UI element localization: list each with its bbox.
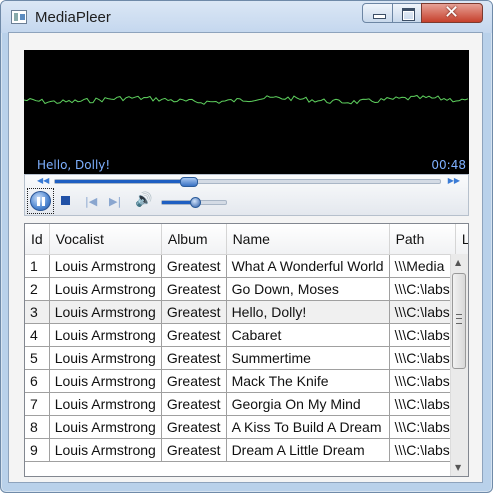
cell-album: Greatest bbox=[161, 300, 227, 324]
cell-path: \\\C:\labs bbox=[389, 392, 456, 416]
close-icon: ✕ bbox=[444, 2, 460, 23]
cell-album: Greatest bbox=[161, 438, 227, 462]
column-header-length[interactable]: Length bbox=[455, 224, 468, 255]
cell-vocalist: Louis Armstrong bbox=[49, 415, 162, 439]
seek-slider[interactable] bbox=[54, 177, 441, 187]
transport-controls: ◀◀ ▶▶ |◀ ▶| 🔊 bbox=[24, 174, 469, 216]
cell-id: 1 bbox=[25, 254, 50, 278]
table-row[interactable]: 6 Louis Armstrong Greatest Mack The Knife \\… bbox=[25, 369, 468, 393]
seek-thumb[interactable] bbox=[179, 177, 198, 187]
vertical-scrollbar[interactable]: ▲ ▼ bbox=[450, 254, 468, 476]
cell-album: Greatest bbox=[161, 254, 227, 278]
playlist-grid[interactable]: Id Vocalist Album Name Path Length 1Loui… bbox=[24, 223, 469, 477]
scroll-down-icon[interactable]: ▼ bbox=[455, 463, 461, 472]
cell-path: \\\C:\labs bbox=[389, 415, 456, 439]
cell-path: \\\C:\labs bbox=[389, 438, 456, 462]
video-display[interactable]: Hello, Dolly! 00:48 bbox=[24, 50, 469, 174]
elapsed-time: 00:48 bbox=[431, 158, 466, 172]
table-row[interactable]: 2 Louis Armstrong Greatest Go Down, Moses \\… bbox=[25, 277, 468, 301]
cell-id: 7 bbox=[25, 392, 50, 416]
cell-name: Mack The Knife bbox=[226, 369, 390, 393]
table-row[interactable]: 5 Louis Armstrong Greatest Summertime \\\C:\… bbox=[25, 346, 468, 370]
cell-name: Hello, Dolly! bbox=[226, 300, 390, 324]
cell-name: Summertime bbox=[226, 346, 390, 370]
seek-progress bbox=[55, 180, 188, 183]
cell-vocalist: Louis Armstrong bbox=[49, 369, 162, 393]
table-row[interactable]: 7 Louis Armstrong Greatest Georgia On My Mi… bbox=[25, 392, 468, 416]
speaker-icon[interactable]: 🔊 bbox=[135, 192, 152, 208]
cell-name: A Kiss To Build A Dream bbox=[226, 415, 390, 439]
cell-vocalist: Louis Armstrong bbox=[49, 254, 162, 278]
table-row[interactable]: 9 Louis Armstrong Greatest Dream A Little D… bbox=[25, 438, 468, 462]
cell-id: 2 bbox=[25, 277, 50, 301]
cell-vocalist: Louis Armstrong bbox=[49, 346, 162, 370]
cell-id: 8 bbox=[25, 415, 50, 439]
close-button[interactable]: ✕ bbox=[421, 2, 483, 23]
media-window-icon bbox=[11, 10, 27, 24]
rewind-icon[interactable]: ◀◀ bbox=[37, 176, 49, 185]
pause-icon bbox=[30, 191, 51, 211]
cell-album: Greatest bbox=[161, 415, 227, 439]
scroll-up-icon[interactable]: ▲ bbox=[455, 258, 461, 267]
maximize-icon bbox=[402, 8, 415, 21]
cell-vocalist: Louis Armstrong bbox=[49, 438, 162, 462]
cell-id: 3 bbox=[25, 300, 50, 324]
scrollbar-thumb[interactable] bbox=[452, 273, 466, 369]
cell-id: 4 bbox=[25, 323, 50, 347]
column-header-name[interactable]: Name bbox=[226, 224, 390, 255]
fast-forward-icon[interactable]: ▶▶ bbox=[448, 176, 460, 185]
cell-name: Georgia On My Mind bbox=[226, 392, 390, 416]
header-row: Id Vocalist Album Name Path Length bbox=[25, 224, 468, 255]
cell-id: 5 bbox=[25, 346, 50, 370]
minimize-icon bbox=[373, 14, 386, 19]
column-header-path[interactable]: Path bbox=[389, 224, 456, 255]
column-header-vocalist[interactable]: Vocalist bbox=[49, 224, 162, 255]
waveform bbox=[24, 94, 469, 105]
cell-path: \\\C:\labs bbox=[389, 323, 456, 347]
cell-album: Greatest bbox=[161, 346, 227, 370]
cell-id: 9 bbox=[25, 438, 50, 462]
cell-album: Greatest bbox=[161, 369, 227, 393]
grip-icon bbox=[456, 314, 462, 324]
cell-vocalist: Louis Armstrong bbox=[49, 277, 162, 301]
cell-id: 6 bbox=[25, 369, 50, 393]
cell-vocalist: Louis Armstrong bbox=[49, 300, 162, 324]
cell-vocalist: Louis Armstrong bbox=[49, 323, 162, 347]
cell-path: \\\Media bbox=[389, 254, 456, 278]
cell-path: \\\C:\labs bbox=[389, 346, 456, 370]
cell-name: Dream A Little Dream bbox=[226, 438, 390, 462]
cell-name: Go Down, Moses bbox=[226, 277, 390, 301]
column-header-album[interactable]: Album bbox=[161, 224, 227, 255]
window-title: MediaPleer bbox=[35, 9, 111, 26]
maximize-button[interactable] bbox=[392, 3, 422, 23]
table-row[interactable]: 8 Louis Armstrong Greatest A Kiss To Build … bbox=[25, 415, 468, 439]
pause-button[interactable] bbox=[27, 188, 54, 214]
cell-path: \\\C:\labs bbox=[389, 369, 456, 393]
table-row[interactable]: 4 Louis Armstrong Greatest Cabaret \\\C:\lab… bbox=[25, 323, 468, 347]
previous-track-icon[interactable]: |◀ bbox=[85, 195, 97, 208]
cell-album: Greatest bbox=[161, 277, 227, 301]
cell-path: \\\C:\labs bbox=[389, 300, 456, 324]
playlist-table: Id Vocalist Album Name Path Length 1Loui… bbox=[25, 224, 468, 462]
minimize-button[interactable] bbox=[362, 3, 393, 23]
volume-slider[interactable] bbox=[161, 197, 227, 208]
cell-vocalist: Louis Armstrong bbox=[49, 392, 162, 416]
volume-thumb[interactable] bbox=[190, 197, 201, 208]
cell-album: Greatest bbox=[161, 392, 227, 416]
cell-album: Greatest bbox=[161, 323, 227, 347]
cell-name: What A Wonderful World bbox=[226, 254, 390, 278]
cell-name: Cabaret bbox=[226, 323, 390, 347]
cell-path: \\\C:\labs bbox=[389, 277, 456, 301]
now-playing-title: Hello, Dolly! bbox=[37, 158, 111, 172]
next-track-icon[interactable]: ▶| bbox=[109, 195, 121, 208]
title-bar[interactable]: MediaPleer ✕ bbox=[1, 1, 492, 33]
table-row[interactable]: 1 Louis Armstrong Greatest What A Wonderful… bbox=[25, 254, 468, 278]
stop-icon[interactable] bbox=[61, 196, 70, 205]
table-row[interactable]: 3 Louis Armstrong Greatest Hello, Dolly! \\\… bbox=[25, 300, 468, 324]
column-header-id[interactable]: Id bbox=[25, 224, 50, 255]
